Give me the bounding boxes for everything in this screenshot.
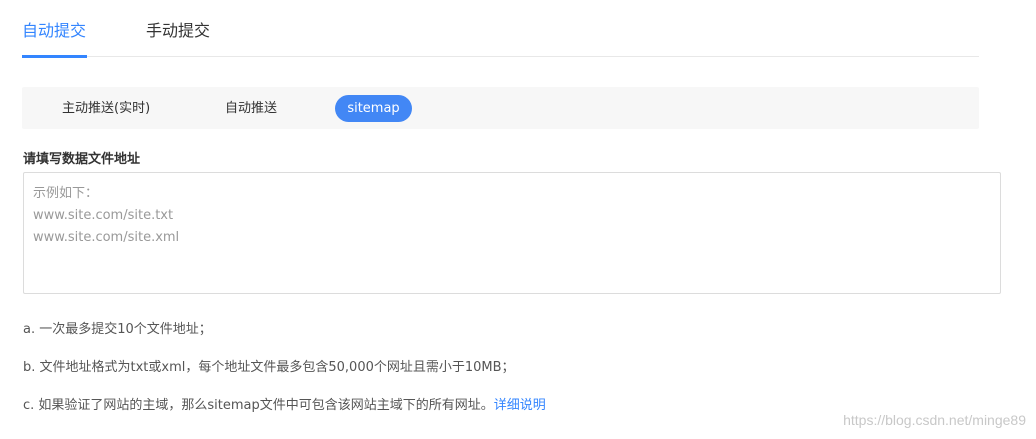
note-file-format: b. 文件地址格式为txt或xml，每个地址文件最多包含50,000个网址且需小…: [23, 360, 515, 375]
watermark-text: https://blog.csdn.net/minge89: [843, 412, 1026, 428]
data-file-address-label: 请填写数据文件地址: [23, 152, 141, 167]
tab-auto-submit[interactable]: 自动提交: [22, 20, 87, 58]
note-max-files: a. 一次最多提交10个文件地址；: [23, 322, 212, 337]
note-main-domain-text: c. 如果验证了网站的主域，那么sitemap文件中可包含该网站主域下的所有网址…: [23, 398, 494, 413]
subtab-active-push[interactable]: 主动推送(实时): [62, 95, 150, 122]
details-link[interactable]: 详细说明: [494, 398, 546, 413]
subtab-auto-push[interactable]: 自动推送: [225, 95, 277, 122]
sitemap-url-textarea[interactable]: [23, 172, 1001, 294]
push-method-tabs: 主动推送(实时) 自动推送 sitemap: [22, 87, 979, 129]
tab-manual-submit[interactable]: 手动提交: [146, 20, 212, 57]
sitemap-submit-page: 自动提交 手动提交 主动推送(实时) 自动推送 sitemap 请填写数据文件地…: [0, 0, 1036, 439]
submit-mode-tabs: 自动提交 手动提交: [22, 0, 979, 58]
subtab-sitemap[interactable]: sitemap: [335, 95, 412, 122]
note-main-domain: c. 如果验证了网站的主域，那么sitemap文件中可包含该网站主域下的所有网址…: [23, 394, 546, 413]
